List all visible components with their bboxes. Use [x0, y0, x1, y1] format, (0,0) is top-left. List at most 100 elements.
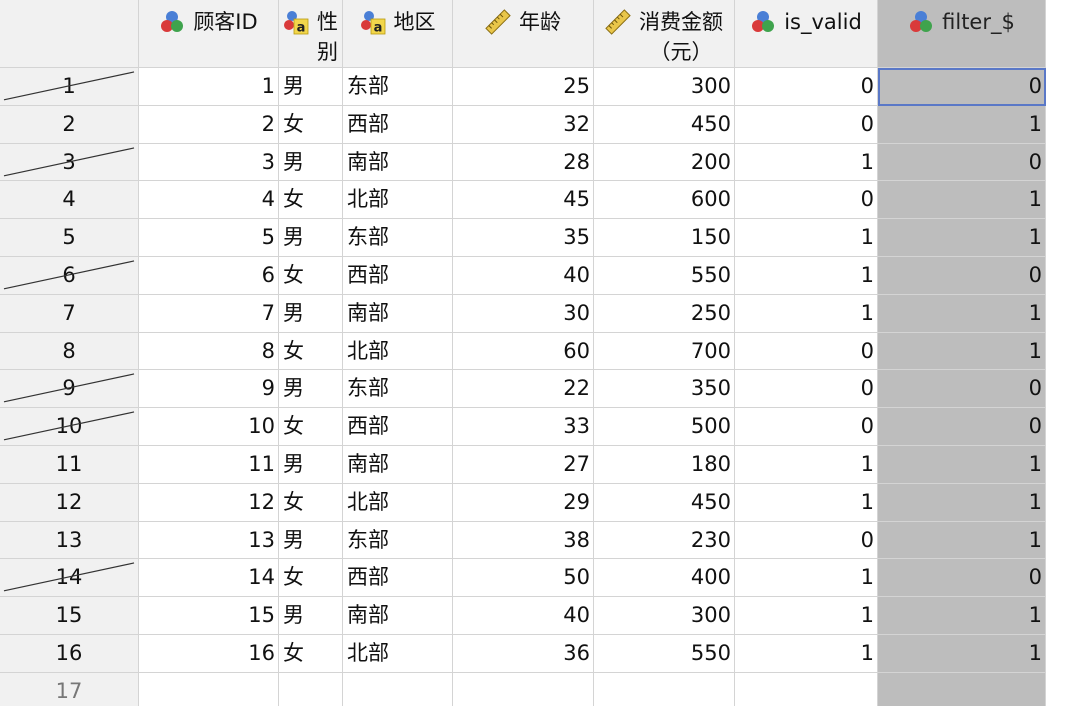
column-header-is-valid[interactable]: is_valid: [735, 0, 878, 68]
data-cell-is-valid[interactable]: 0: [735, 68, 878, 106]
data-cell-age[interactable]: [453, 672, 594, 706]
data-cell-age[interactable]: 22: [453, 370, 594, 409]
row-number[interactable]: 17: [0, 672, 139, 706]
data-cell-region[interactable]: 北部: [343, 332, 453, 371]
data-cell-region[interactable]: 南部: [343, 445, 453, 484]
data-cell-gender[interactable]: 男: [279, 143, 343, 182]
data-cell-id[interactable]: 1: [139, 68, 279, 106]
data-cell-region[interactable]: 南部: [343, 294, 453, 333]
data-cell-region[interactable]: 东部: [343, 68, 453, 106]
data-cell-gender[interactable]: 女: [279, 256, 343, 295]
data-cell-age[interactable]: 27: [453, 445, 594, 484]
data-cell-filter[interactable]: 1: [878, 483, 1046, 522]
row-number[interactable]: 8: [0, 332, 139, 371]
data-cell-spend[interactable]: 150: [594, 219, 735, 257]
data-cell-is-valid[interactable]: [735, 672, 878, 706]
data-cell-spend[interactable]: 180: [594, 445, 735, 484]
data-cell-id[interactable]: 10: [139, 408, 279, 446]
data-cell-age[interactable]: 28: [453, 143, 594, 182]
data-cell-is-valid[interactable]: 1: [735, 143, 878, 182]
data-cell-filter[interactable]: 1: [878, 597, 1046, 635]
row-number-filtered-out[interactable]: 9: [0, 370, 139, 409]
row-number-filtered-out[interactable]: 3: [0, 143, 139, 182]
data-cell-gender[interactable]: 女: [279, 634, 343, 673]
data-cell-region[interactable]: 西部: [343, 256, 453, 295]
data-cell-is-valid[interactable]: 1: [735, 219, 878, 257]
data-cell-id[interactable]: 2: [139, 105, 279, 144]
data-cell-gender[interactable]: 女: [279, 408, 343, 446]
data-cell-is-valid[interactable]: 1: [735, 256, 878, 295]
data-cell-region[interactable]: 北部: [343, 634, 453, 673]
data-cell-is-valid[interactable]: 1: [735, 634, 878, 673]
data-cell-region[interactable]: 东部: [343, 219, 453, 257]
data-cell-age[interactable]: 29: [453, 483, 594, 522]
data-cell-age[interactable]: 45: [453, 181, 594, 220]
data-view-grid[interactable]: 顾客ID a 性 别 a 地区 年龄 消费金额 （元） is_valid filter_$ 11…: [0, 0, 1080, 706]
data-cell-spend[interactable]: 500: [594, 408, 735, 446]
data-cell-age[interactable]: 38: [453, 521, 594, 560]
data-cell-spend[interactable]: 300: [594, 68, 735, 106]
data-cell-id[interactable]: 9: [139, 370, 279, 409]
data-cell-spend[interactable]: 450: [594, 105, 735, 144]
row-number[interactable]: 15: [0, 597, 139, 635]
data-cell-gender[interactable]: 男: [279, 294, 343, 333]
data-cell-region[interactable]: 北部: [343, 483, 453, 522]
data-cell-is-valid[interactable]: 1: [735, 294, 878, 333]
data-cell-filter[interactable]: 0: [878, 68, 1046, 106]
data-cell-region[interactable]: 东部: [343, 521, 453, 560]
data-cell-age[interactable]: 25: [453, 68, 594, 106]
row-number[interactable]: 13: [0, 521, 139, 560]
data-cell-age[interactable]: 35: [453, 219, 594, 257]
data-cell-region[interactable]: 南部: [343, 597, 453, 635]
data-cell-gender[interactable]: 男: [279, 521, 343, 560]
data-cell-gender[interactable]: 女: [279, 105, 343, 144]
data-cell-region[interactable]: 南部: [343, 143, 453, 182]
row-number-filtered-out[interactable]: 6: [0, 256, 139, 295]
data-cell-filter[interactable]: 1: [878, 105, 1046, 144]
row-number[interactable]: 16: [0, 634, 139, 673]
data-cell-spend[interactable]: 550: [594, 634, 735, 673]
data-cell-spend[interactable]: 550: [594, 256, 735, 295]
column-header-spend[interactable]: 消费金额 （元）: [594, 0, 735, 68]
data-cell-is-valid[interactable]: 1: [735, 483, 878, 522]
data-cell-age[interactable]: 40: [453, 597, 594, 635]
data-cell-is-valid[interactable]: 0: [735, 181, 878, 220]
data-cell-region[interactable]: 西部: [343, 559, 453, 598]
data-cell-id[interactable]: 4: [139, 181, 279, 220]
row-number[interactable]: 7: [0, 294, 139, 333]
data-cell-spend[interactable]: 400: [594, 559, 735, 598]
data-cell-is-valid[interactable]: 0: [735, 521, 878, 560]
data-cell-filter[interactable]: 0: [878, 256, 1046, 295]
data-cell-filter[interactable]: 0: [878, 370, 1046, 409]
data-cell-is-valid[interactable]: 0: [735, 408, 878, 446]
data-cell-age[interactable]: 32: [453, 105, 594, 144]
data-cell-filter[interactable]: 1: [878, 445, 1046, 484]
data-cell-filter[interactable]: 1: [878, 294, 1046, 333]
data-cell-region[interactable]: 东部: [343, 370, 453, 409]
data-cell-filter[interactable]: [878, 672, 1046, 706]
data-cell-is-valid[interactable]: 0: [735, 105, 878, 144]
column-header-id[interactable]: 顾客ID: [139, 0, 279, 68]
data-cell-age[interactable]: 36: [453, 634, 594, 673]
data-cell-region[interactable]: 西部: [343, 105, 453, 144]
row-number-filtered-out[interactable]: 14: [0, 559, 139, 598]
data-cell-filter[interactable]: 1: [878, 521, 1046, 560]
data-cell-region[interactable]: 北部: [343, 181, 453, 220]
data-cell-is-valid[interactable]: 1: [735, 445, 878, 484]
data-cell-spend[interactable]: 350: [594, 370, 735, 409]
row-number-filtered-out[interactable]: 10: [0, 408, 139, 446]
column-header-region[interactable]: a 地区: [343, 0, 453, 68]
corner-header-cell[interactable]: [0, 0, 139, 68]
data-cell-id[interactable]: 5: [139, 219, 279, 257]
data-cell-filter[interactable]: 0: [878, 143, 1046, 182]
column-header-gender[interactable]: a性 别: [279, 0, 343, 68]
data-cell-region[interactable]: 西部: [343, 408, 453, 446]
data-cell-filter[interactable]: 0: [878, 559, 1046, 598]
data-cell-gender[interactable]: 男: [279, 219, 343, 257]
data-cell-id[interactable]: 6: [139, 256, 279, 295]
row-number[interactable]: 5: [0, 219, 139, 257]
data-cell-id[interactable]: 8: [139, 332, 279, 371]
data-cell-gender[interactable]: 男: [279, 370, 343, 409]
row-number[interactable]: 4: [0, 181, 139, 220]
row-number[interactable]: 2: [0, 105, 139, 144]
